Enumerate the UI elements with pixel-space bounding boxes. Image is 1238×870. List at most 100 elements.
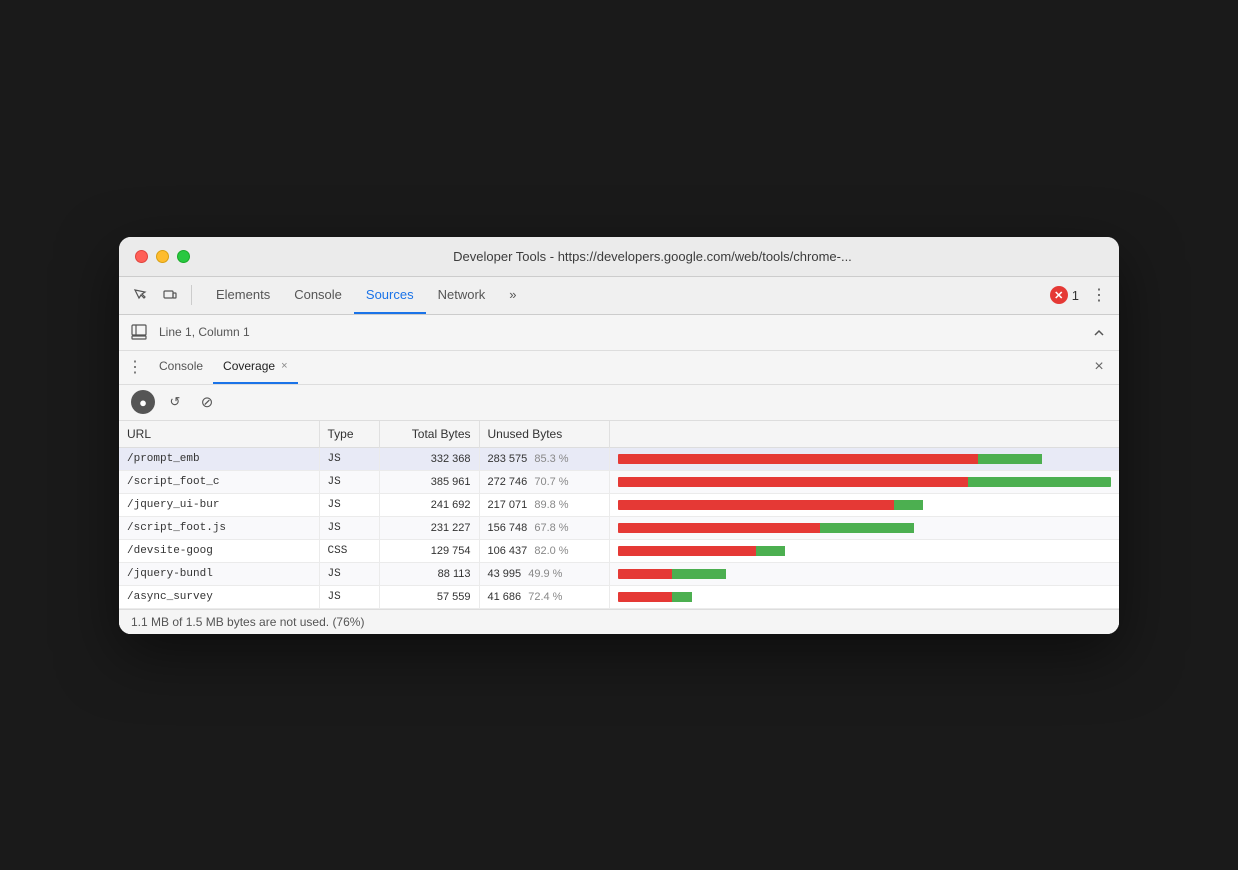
cell-type: JS <box>319 585 379 608</box>
panel-tab-bar: ⋮ Console Coverage × × <box>119 351 1119 385</box>
unused-pct: 89.8 % <box>534 499 568 511</box>
reload-button[interactable]: ↺ <box>163 390 187 414</box>
usage-bar <box>618 477 1112 487</box>
tab-sources[interactable]: Sources <box>354 276 426 314</box>
error-badge[interactable]: ✕ 1 <box>1050 286 1079 304</box>
coverage-tab-close[interactable]: × <box>281 360 287 372</box>
unused-num: 283 575 <box>488 453 528 465</box>
usage-bar <box>618 454 1112 464</box>
unused-bar-segment <box>618 592 672 602</box>
panel-menu-icon[interactable]: ⋮ <box>127 357 141 377</box>
unused-bar-segment <box>618 546 756 556</box>
panel-tab-coverage[interactable]: Coverage × <box>213 350 297 384</box>
bottom-panel: ⋮ Console Coverage × × ● ↺ ⊘ URL Type <box>119 351 1119 634</box>
cell-bar <box>609 493 1119 516</box>
minimize-button[interactable] <box>156 250 169 263</box>
unused-pct: 49.9 % <box>528 568 562 580</box>
traffic-lights <box>135 250 190 263</box>
tab-console[interactable]: Console <box>282 276 354 314</box>
col-header-type[interactable]: Type <box>319 421 379 448</box>
cell-total-bytes: 241 692 <box>379 493 479 516</box>
cell-unused-bytes: 106 437 82.0 % <box>479 539 609 562</box>
cell-type: JS <box>319 493 379 516</box>
clear-button[interactable]: ⊘ <box>195 390 219 414</box>
error-count: 1 <box>1072 288 1079 303</box>
col-header-url[interactable]: URL <box>119 421 319 448</box>
cell-url: /prompt_emb <box>119 447 319 470</box>
cell-type: JS <box>319 562 379 585</box>
coverage-toolbar: ● ↺ ⊘ <box>119 385 1119 421</box>
unused-bar-segment <box>618 523 820 533</box>
cell-unused-bytes: 283 575 85.3 % <box>479 447 609 470</box>
tab-elements[interactable]: Elements <box>204 276 282 314</box>
cell-unused-bytes: 43 995 49.9 % <box>479 562 609 585</box>
col-header-bar <box>609 421 1119 448</box>
tab-network[interactable]: Network <box>426 276 498 314</box>
expand-icon[interactable] <box>1087 320 1111 344</box>
breadcrumb-area: Line 1, Column 1 <box>159 325 1079 339</box>
cell-total-bytes: 88 113 <box>379 562 479 585</box>
col-header-total[interactable]: Total Bytes <box>379 421 479 448</box>
cell-type: JS <box>319 447 379 470</box>
cell-type: JS <box>319 470 379 493</box>
panel-toggle-icon[interactable] <box>127 320 151 344</box>
unused-bar-segment <box>618 477 968 487</box>
cell-unused-bytes: 217 071 89.8 % <box>479 493 609 516</box>
usage-bar <box>618 592 1112 602</box>
table-row[interactable]: /devsite-goog CSS 129 754 106 437 82.0 % <box>119 539 1119 562</box>
cell-url: /jquery_ui-bur <box>119 493 319 516</box>
position-text: Line 1, Column 1 <box>159 325 250 339</box>
unused-bar-segment <box>618 500 894 510</box>
cell-bar <box>609 585 1119 608</box>
tab-divider <box>191 285 192 305</box>
unused-pct: 72.4 % <box>528 591 562 603</box>
unused-pct: 67.8 % <box>534 522 568 534</box>
usage-bar <box>618 569 1112 579</box>
used-bar-segment <box>968 477 1111 487</box>
coverage-table: URL Type Total Bytes Unused Bytes /promp… <box>119 421 1119 609</box>
cell-total-bytes: 129 754 <box>379 539 479 562</box>
status-text: 1.1 MB of 1.5 MB bytes are not used. (76… <box>131 615 364 629</box>
cell-url: /jquery-bundl <box>119 562 319 585</box>
inspect-icon[interactable] <box>127 282 153 308</box>
unused-num: 272 746 <box>488 476 528 488</box>
panel-tab-console[interactable]: Console <box>149 350 213 384</box>
device-toggle-icon[interactable] <box>157 282 183 308</box>
unused-pct: 85.3 % <box>534 453 568 465</box>
close-button[interactable] <box>135 250 148 263</box>
tab-more[interactable]: » <box>497 276 528 314</box>
cell-url: /script_foot_c <box>119 470 319 493</box>
record-button[interactable]: ● <box>131 390 155 414</box>
maximize-button[interactable] <box>177 250 190 263</box>
cell-total-bytes: 385 961 <box>379 470 479 493</box>
usage-bar <box>618 500 1112 510</box>
used-bar-segment <box>756 546 786 556</box>
table-row[interactable]: /script_foot_c JS 385 961 272 746 70.7 % <box>119 470 1119 493</box>
usage-bar <box>618 523 1112 533</box>
cell-unused-bytes: 156 748 67.8 % <box>479 516 609 539</box>
used-bar-segment <box>894 500 924 510</box>
unused-pct: 70.7 % <box>534 476 568 488</box>
status-bar: 1.1 MB of 1.5 MB bytes are not used. (76… <box>119 609 1119 634</box>
col-header-unused[interactable]: Unused Bytes <box>479 421 609 448</box>
used-bar-segment <box>978 454 1042 464</box>
cell-total-bytes: 231 227 <box>379 516 479 539</box>
used-bar-segment <box>820 523 914 533</box>
table-header-row: URL Type Total Bytes Unused Bytes <box>119 421 1119 448</box>
cell-type: CSS <box>319 539 379 562</box>
main-tab-bar: Elements Console Sources Network » ✕ 1 ⋮ <box>119 277 1119 315</box>
cell-total-bytes: 57 559 <box>379 585 479 608</box>
panel-close-button[interactable]: × <box>1087 355 1111 379</box>
cell-type: JS <box>319 516 379 539</box>
used-bar-segment <box>672 592 692 602</box>
toolbar-left <box>127 282 196 308</box>
devtools-menu-icon[interactable]: ⋮ <box>1087 285 1111 305</box>
cell-bar <box>609 562 1119 585</box>
table-row[interactable]: /jquery-bundl JS 88 113 43 995 49.9 % <box>119 562 1119 585</box>
tab-bar-right: ✕ 1 ⋮ <box>1050 285 1111 305</box>
table-row[interactable]: /async_survey JS 57 559 41 686 72.4 % <box>119 585 1119 608</box>
table-row[interactable]: /prompt_emb JS 332 368 283 575 85.3 % <box>119 447 1119 470</box>
cell-url: /async_survey <box>119 585 319 608</box>
table-row[interactable]: /script_foot.js JS 231 227 156 748 67.8 … <box>119 516 1119 539</box>
table-row[interactable]: /jquery_ui-bur JS 241 692 217 071 89.8 % <box>119 493 1119 516</box>
